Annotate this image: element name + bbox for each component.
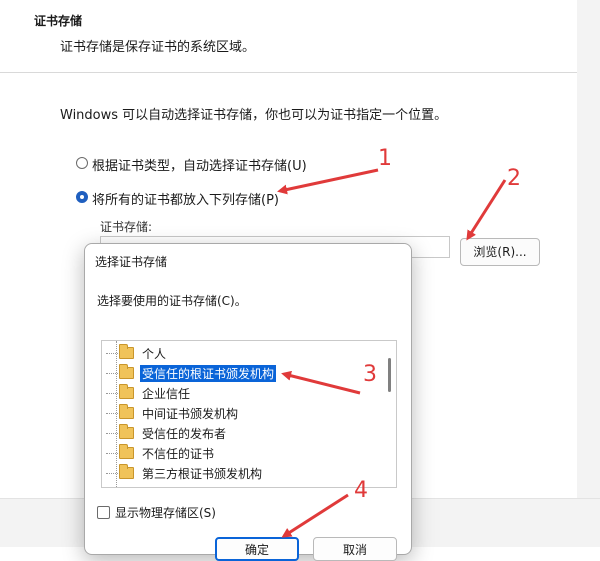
page-subtitle: 证书存储是保存证书的系统区域。 xyxy=(60,40,256,55)
tree-item-label: 受信任的发布者 xyxy=(142,427,227,441)
select-store-dialog: 选择证书存储 选择要使用的证书存储(C)。 个人 受信任的根证书颁发机构 企业信… xyxy=(84,243,412,561)
tree-item-label: 个人 xyxy=(142,347,167,361)
folder-icon xyxy=(119,404,134,419)
auto-store-label[interactable]: 根据证书类型，自动选择证书存储(U) xyxy=(92,155,307,174)
tree-item[interactable]: 不信任的证书 xyxy=(106,443,368,463)
annotation-number: 1 xyxy=(378,146,392,171)
dialog-prompt: 选择要使用的证书存储(C)。 xyxy=(97,294,247,308)
tree-item[interactable]: 第三方根证书颁发机构 xyxy=(106,463,368,483)
window-edge xyxy=(577,0,600,546)
ok-button[interactable]: 确定 xyxy=(215,537,299,561)
tree-item[interactable]: 企业信任 xyxy=(106,383,368,403)
annotation-number: 3 xyxy=(363,362,377,387)
manual-store-label[interactable]: 将所有的证书都放入下列存储(P) xyxy=(92,189,279,208)
tree-item-label: 企业信任 xyxy=(142,387,191,401)
tree-item-label: 受信任的根证书颁发机构 xyxy=(140,365,277,382)
auto-store-radio[interactable] xyxy=(76,157,88,169)
store-field-label: 证书存储: xyxy=(100,220,153,234)
tree-item[interactable]: 受信任的发布者 xyxy=(106,423,368,443)
store-tree[interactable]: 个人 受信任的根证书颁发机构 企业信任 中间证书颁发机构 受信任的发布者 不信任… xyxy=(101,340,397,488)
manual-store-radio[interactable] xyxy=(76,191,88,203)
show-physical-label[interactable]: 显示物理存储区(S) xyxy=(115,504,216,521)
intro-text: Windows 可以自动选择证书存储，你也可以为证书指定一个位置。 xyxy=(60,108,448,123)
folder-icon xyxy=(119,384,134,399)
show-physical-checkbox[interactable] xyxy=(97,506,110,519)
annotation-number: 2 xyxy=(507,166,521,191)
folder-icon xyxy=(119,444,134,459)
tree-item-label: 第三方根证书颁发机构 xyxy=(142,467,263,481)
cancel-button[interactable]: 取消 xyxy=(313,537,397,561)
tree-item[interactable]: 中间证书颁发机构 xyxy=(106,403,368,423)
tree-item-label: 不信任的证书 xyxy=(142,447,215,461)
tree-scrollbar-thumb[interactable] xyxy=(388,358,391,392)
folder-icon xyxy=(119,464,134,479)
tree-item-label: 中间证书颁发机构 xyxy=(142,407,239,421)
arrow-2 xyxy=(466,179,507,241)
annotation-number: 4 xyxy=(354,478,368,503)
page-title: 证书存储 xyxy=(34,14,83,28)
dialog-title: 选择证书存储 xyxy=(95,255,168,269)
tree-item-selected[interactable]: 受信任的根证书颁发机构 xyxy=(106,363,368,383)
folder-icon xyxy=(119,424,134,439)
folder-icon xyxy=(119,344,134,359)
folder-icon xyxy=(119,364,134,379)
browse-button[interactable]: 浏览(R)... xyxy=(460,238,540,266)
tree-item[interactable]: 个人 xyxy=(106,343,368,363)
